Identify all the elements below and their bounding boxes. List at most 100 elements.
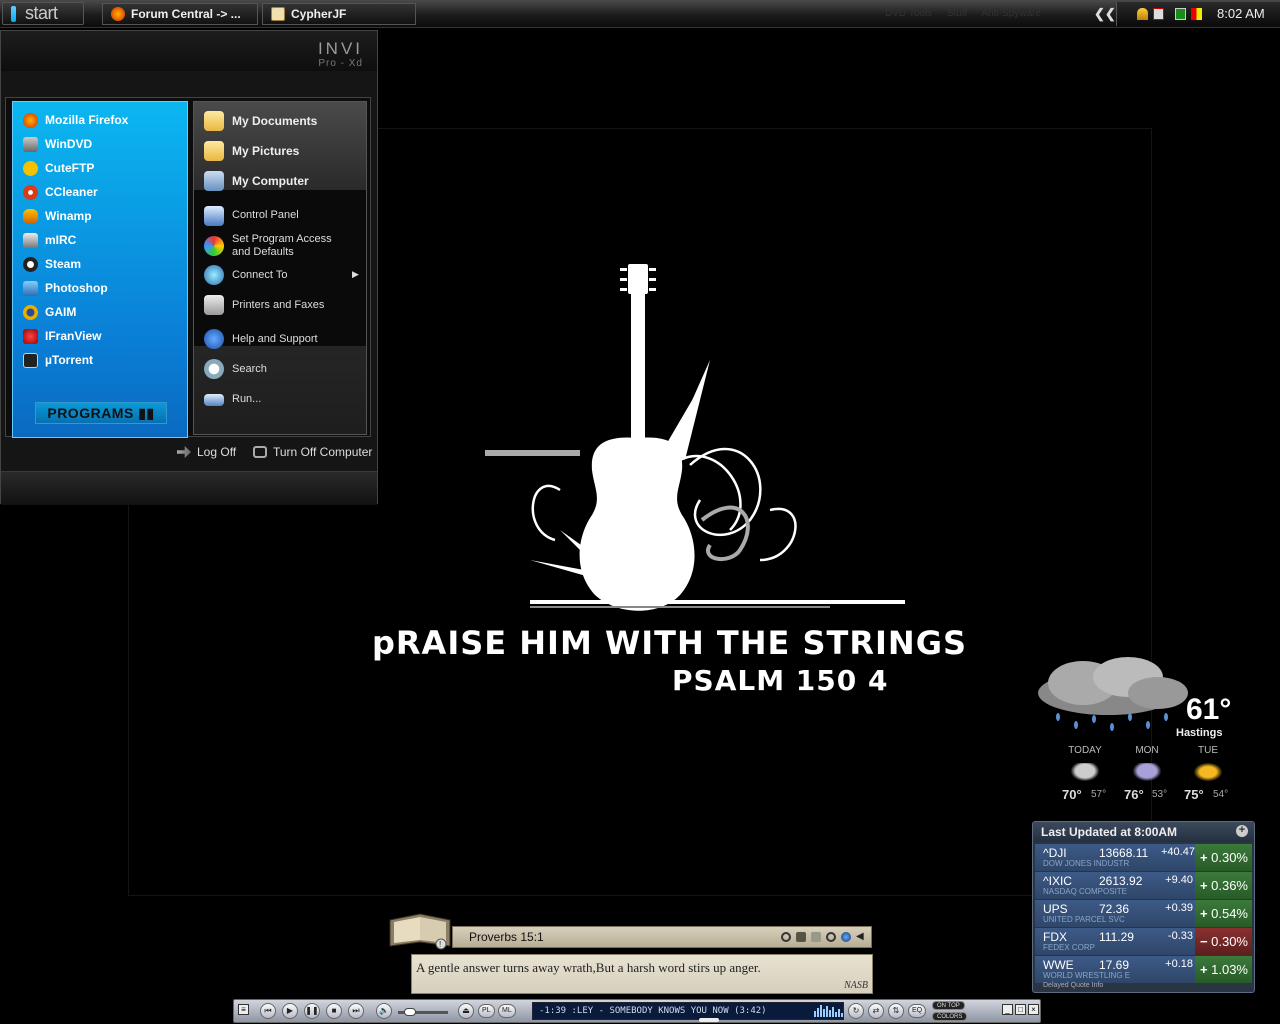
pause-button[interactable]: ❚❚ — [304, 1003, 320, 1019]
security-alert-icon[interactable] — [1153, 8, 1164, 20]
pinned-item-photoshop[interactable]: Photoshop — [23, 278, 183, 298]
svg-text:!: ! — [439, 940, 441, 949]
add-stock-icon[interactable]: + — [1236, 825, 1248, 837]
stock-row[interactable]: ^DJI 13668.11 DOW JONES INDUSTR +40.47 +… — [1035, 844, 1252, 871]
pictures-folder-icon — [204, 141, 224, 161]
taskbar-button-forum-central[interactable]: Forum Central -> ... — [102, 3, 258, 25]
lock-icon[interactable] — [796, 932, 806, 942]
previous-button[interactable]: ⏮ — [260, 1003, 276, 1019]
quick-link-anti-spyware[interactable]: Anti-Spyware — [981, 8, 1040, 19]
stock-row[interactable]: WWE 17.69 WORLD WRESTLING E +0.18 +1.03% — [1035, 956, 1252, 983]
network-status-icon[interactable] — [1191, 8, 1202, 20]
seek-handle[interactable] — [699, 1018, 719, 1022]
equalizer-toggle[interactable]: EQ — [908, 1004, 927, 1018]
log-off-button[interactable]: Log Off — [177, 445, 236, 459]
pinned-item-mirc[interactable]: mIRC — [23, 230, 183, 250]
shuffle-button[interactable]: ↻ — [848, 1003, 864, 1019]
pinned-item-cuteftp[interactable]: CuteFTP — [23, 158, 183, 178]
thunderstorm-icon — [1130, 763, 1164, 783]
start-button[interactable]: start — [2, 2, 84, 25]
pinned-item-irfanview[interactable]: IFranView — [23, 326, 183, 346]
quick-link-stuff[interactable]: Stuff — [947, 8, 967, 19]
play-button[interactable]: ▶ — [282, 1003, 298, 1019]
forecast-high: 76° — [1124, 787, 1144, 802]
maximize-icon[interactable]: □ — [1015, 1004, 1026, 1015]
volume-icon[interactable]: 🔈 — [376, 1003, 392, 1019]
colors-toggle[interactable]: COLORS — [932, 1012, 968, 1021]
menu-item-label: My Documents — [232, 114, 318, 128]
weather-city: Hastings — [1176, 727, 1223, 739]
all-programs-button[interactable]: PROGRAMS ▮▮ — [35, 402, 167, 424]
ground-line — [530, 600, 905, 604]
pinned-item-winamp[interactable]: Winamp — [23, 206, 183, 226]
crossfade-button[interactable]: ⇅ — [888, 1003, 904, 1019]
pinned-item-utorrent[interactable]: µTorrent — [23, 350, 183, 370]
messenger-icon[interactable] — [1137, 8, 1148, 20]
stock-row[interactable]: UPS 72.36 UNITED PARCEL SVC +0.39 +0.54% — [1035, 900, 1252, 927]
task-label: CypherJF — [291, 7, 347, 21]
gaim-icon — [23, 305, 38, 320]
volume-slider-handle[interactable] — [404, 1008, 416, 1016]
menu-item-label: Set Program Access — [232, 233, 332, 245]
menu-item-search[interactable]: Search — [204, 359, 267, 379]
menu-item-my-pictures[interactable]: My Pictures — [204, 141, 299, 161]
menu-item-label: Help and Support — [232, 333, 318, 345]
eject-button[interactable]: ⏏ — [458, 1003, 474, 1019]
taskbar-button-cypherjf[interactable]: CypherJF — [262, 3, 416, 25]
stock-change: +40.47 — [1161, 846, 1195, 858]
calendar-icon[interactable] — [811, 932, 821, 942]
turn-off-button[interactable]: Turn Off Computer — [253, 445, 372, 459]
printer-icon — [204, 295, 224, 315]
quick-link-dvd-tools[interactable]: DVD Tools — [885, 8, 932, 19]
playlist-toggle[interactable]: PL — [478, 1004, 495, 1018]
stock-company: NASDAQ COMPOSITE — [1043, 887, 1128, 896]
stock-price: 13668.11 — [1099, 846, 1149, 860]
pinned-item-label: Winamp — [45, 209, 92, 223]
next-button[interactable]: ⏭ — [348, 1003, 364, 1019]
forecast-high: 75° — [1184, 787, 1204, 802]
repeat-button[interactable]: ⇄ — [868, 1003, 884, 1019]
pinned-item-label: CuteFTP — [45, 161, 95, 175]
menu-item-my-computer[interactable]: My Computer — [204, 171, 309, 191]
globe-icon[interactable] — [841, 932, 851, 942]
menu-item-help[interactable]: Help and Support — [204, 329, 318, 349]
close-icon[interactable]: × — [1028, 1004, 1039, 1015]
menu-item-program-access[interactable]: Set Program Access and Defaults — [204, 233, 332, 259]
pinned-item-gaim[interactable]: GAIM — [23, 302, 183, 322]
player-menu-icon[interactable]: ≡ — [238, 1004, 249, 1015]
stock-price: 72.36 — [1099, 902, 1130, 916]
stock-sign: + — [1200, 878, 1208, 893]
search-icon[interactable] — [826, 932, 836, 942]
stop-button[interactable]: ■ — [326, 1003, 342, 1019]
refresh-icon[interactable] — [781, 932, 791, 942]
media-library-toggle[interactable]: ML — [498, 1004, 516, 1018]
green-status-icon[interactable] — [1175, 8, 1186, 20]
stock-percent: +0.54% — [1195, 900, 1252, 927]
on-top-toggle[interactable]: ON TOP — [932, 1001, 965, 1010]
menu-item-run[interactable]: Run... — [204, 393, 261, 406]
forecast-low: 53° — [1152, 789, 1168, 800]
menu-item-control-panel[interactable]: Control Panel — [204, 206, 299, 226]
weather-widget[interactable]: 61° Hastings TODAY MON TUE 70° 57° 76° 5… — [1028, 655, 1240, 805]
pinned-item-firefox[interactable]: Mozilla Firefox — [23, 110, 183, 130]
menu-item-label: Search — [232, 363, 267, 375]
minimize-icon[interactable]: _ — [1002, 1004, 1013, 1015]
cloud-rain-icon — [1038, 657, 1188, 731]
menu-item-my-documents[interactable]: My Documents — [204, 111, 318, 131]
bible-version: NASB — [844, 980, 868, 991]
stock-row[interactable]: FDX 111.29 FEDEX CORP -0.33 −0.30% — [1035, 928, 1252, 955]
stocks-footer[interactable]: Delayed Quote Info — [1043, 982, 1103, 989]
stock-row[interactable]: ^IXIC 2613.92 NASDAQ COMPOSITE +9.40 +0.… — [1035, 872, 1252, 899]
collapse-arrow-icon[interactable]: ❮❮ — [1094, 6, 1116, 22]
pinned-item-steam[interactable]: Steam — [23, 254, 183, 274]
menu-item-label: Connect To — [232, 269, 288, 281]
menu-item-connect-to[interactable]: Connect To ▶ — [204, 265, 359, 285]
menu-item-printers[interactable]: Printers and Faxes — [204, 295, 324, 315]
pinned-item-ccleaner[interactable]: CCleaner — [23, 182, 183, 202]
back-arrow-icon[interactable]: ◀ — [856, 932, 866, 942]
clock[interactable]: 8:02 AM — [1217, 6, 1265, 21]
pinned-item-label: mIRC — [45, 233, 77, 247]
document-icon — [271, 7, 285, 21]
pinned-item-windvd[interactable]: WinDVD — [23, 134, 183, 154]
visualizer — [814, 1005, 843, 1017]
